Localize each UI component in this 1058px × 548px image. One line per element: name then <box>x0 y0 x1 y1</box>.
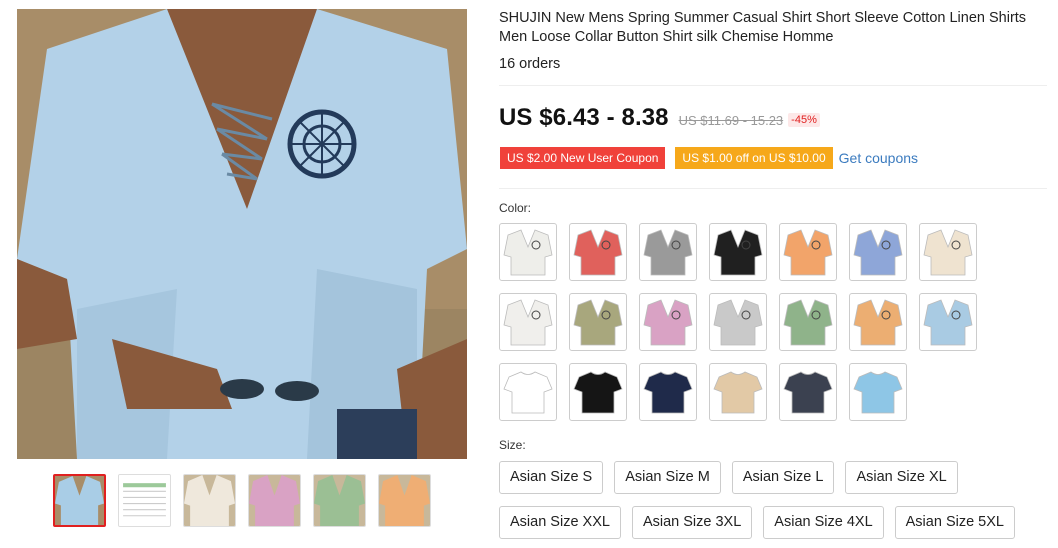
color-swatch-white-print[interactable] <box>499 223 557 281</box>
size-option-l[interactable]: Asian Size L <box>731 461 835 494</box>
divider <box>499 85 1047 86</box>
shirt-icon <box>783 229 833 276</box>
get-coupons-link[interactable]: Get coupons <box>839 150 918 166</box>
shirt-icon <box>783 371 833 414</box>
thumbnail-2-size-chart[interactable] <box>118 474 171 527</box>
color-swatch-white-emblem[interactable] <box>499 293 557 351</box>
order-count: 16 orders <box>499 56 561 72</box>
original-price: US $11.69 - 15.23 <box>678 113 784 128</box>
discount-badge: -45% <box>788 113 820 127</box>
color-swatch-gray-emblem[interactable] <box>709 293 767 351</box>
shirt-icon <box>643 371 693 414</box>
price-row: US $6.43 - 8.38 US $11.69 - 15.23 -45% <box>499 104 820 132</box>
shirt-icon <box>853 229 903 276</box>
color-swatch-grid <box>499 223 989 421</box>
shirt-icon <box>573 229 623 276</box>
size-option-4xl[interactable]: Asian Size 4XL <box>763 506 884 539</box>
color-swatch-beige-print[interactable] <box>919 223 977 281</box>
shirt-icon <box>643 229 693 276</box>
color-label: Color: <box>499 201 532 215</box>
shirt-icon <box>783 299 833 346</box>
color-swatch-black-plain[interactable] <box>569 363 627 421</box>
main-product-image[interactable] <box>17 9 467 459</box>
color-swatch-black-print[interactable] <box>709 223 767 281</box>
shirt-icon <box>573 371 623 414</box>
color-swatch-navy-plain[interactable] <box>639 363 697 421</box>
shirt-icon <box>713 299 763 346</box>
size-option-xl[interactable]: Asian Size XL <box>845 461 958 494</box>
shirt-icon <box>503 299 553 346</box>
size-option-xxl[interactable]: Asian Size XXL <box>499 506 621 539</box>
coupon-row: US $2.00 New User Coupon US $1.00 off on… <box>497 147 918 169</box>
size-option-3xl[interactable]: Asian Size 3XL <box>631 506 753 539</box>
color-swatch-green-emblem[interactable] <box>779 293 837 351</box>
color-swatch-darkgray-plain[interactable] <box>779 363 837 421</box>
color-swatch-khaki-emblem[interactable] <box>569 293 627 351</box>
shirt-icon <box>713 371 763 414</box>
divider <box>499 188 1047 189</box>
size-row-2: Asian Size XXL Asian Size 3XL Asian Size… <box>499 506 1049 539</box>
thumbnail-4[interactable] <box>248 474 301 527</box>
size-row-1: Asian Size S Asian Size M Asian Size L A… <box>499 461 1049 494</box>
new-user-coupon[interactable]: US $2.00 New User Coupon <box>497 147 666 169</box>
color-swatch-beige-plain[interactable] <box>709 363 767 421</box>
size-label: Size: <box>499 438 526 452</box>
shirt-icon <box>713 229 763 276</box>
thumbnail-6[interactable] <box>378 474 431 527</box>
color-swatch-skyblue-plain[interactable] <box>849 363 907 421</box>
product-photo-shirt <box>17 9 467 459</box>
color-swatch-lightblue-emblem[interactable] <box>919 293 977 351</box>
shirt-icon <box>503 371 553 414</box>
thumbnail-3[interactable] <box>183 474 236 527</box>
thumbnail-1[interactable] <box>53 474 106 527</box>
thumbnail-strip <box>53 474 431 527</box>
size-option-m[interactable]: Asian Size M <box>614 461 721 494</box>
color-swatch-gray-print[interactable] <box>639 223 697 281</box>
thumbnail-5[interactable] <box>313 474 366 527</box>
color-swatch-red-print[interactable] <box>569 223 627 281</box>
shirt-icon <box>503 229 553 276</box>
shirt-icon <box>643 299 693 346</box>
shirt-icon <box>923 299 973 346</box>
color-swatch-blue-print[interactable] <box>849 223 907 281</box>
color-swatch-orange-print[interactable] <box>779 223 837 281</box>
shirt-icon <box>853 299 903 346</box>
color-swatch-pink-emblem[interactable] <box>639 293 697 351</box>
shirt-icon <box>923 229 973 276</box>
shirt-icon <box>573 299 623 346</box>
size-options: Asian Size S Asian Size M Asian Size L A… <box>499 461 1049 548</box>
color-swatch-orange-emblem[interactable] <box>849 293 907 351</box>
product-title: SHUJIN New Mens Spring Summer Casual Shi… <box>499 10 1027 45</box>
shirt-icon <box>853 371 903 414</box>
current-price: US $6.43 - 8.38 <box>499 104 669 131</box>
store-coupon[interactable]: US $1.00 off on US $10.00 <box>673 147 833 169</box>
size-option-s[interactable]: Asian Size S <box>499 461 604 494</box>
size-option-5xl[interactable]: Asian Size 5XL <box>894 506 1015 539</box>
color-swatch-white-plain[interactable] <box>499 363 557 421</box>
